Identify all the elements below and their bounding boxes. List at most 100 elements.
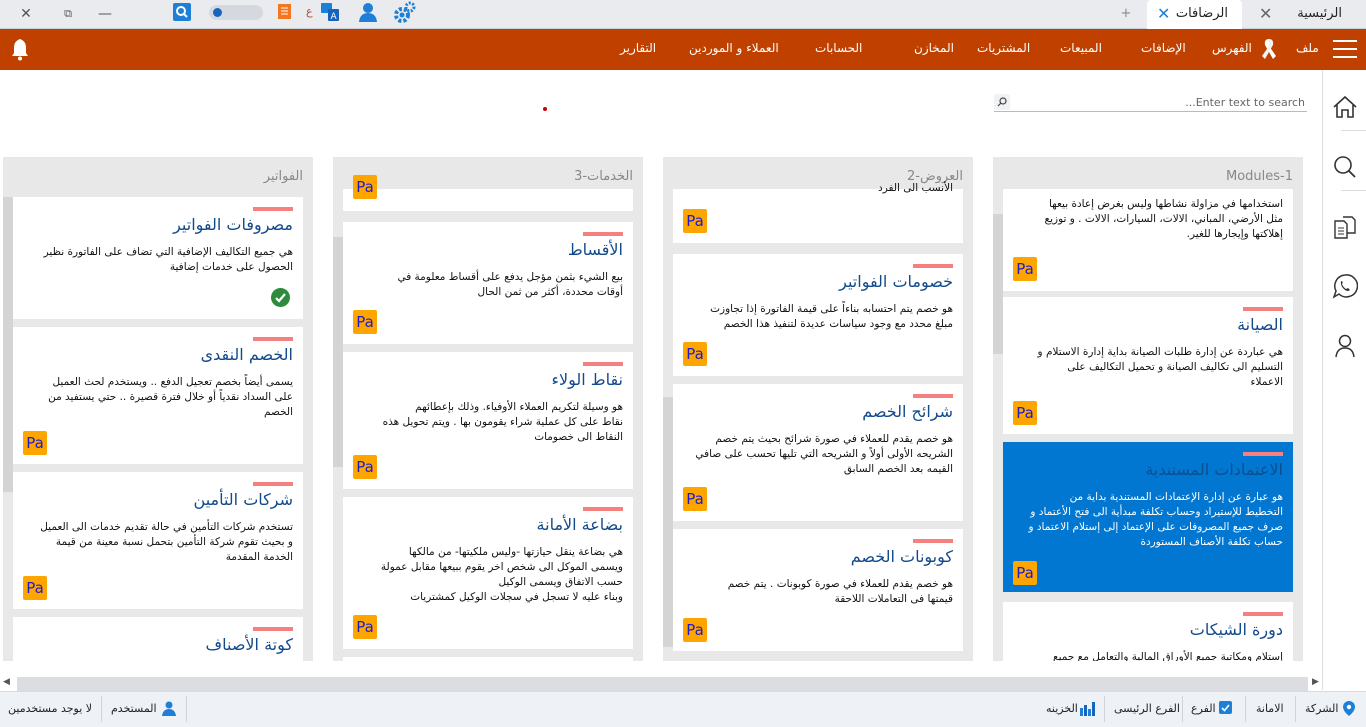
service-card[interactable] — [343, 657, 633, 661]
status-bar: لا يوجد مستخدمين المستخدم الخزينه الفرع … — [0, 691, 1366, 727]
service-card[interactable]: Pa — [343, 175, 633, 211]
offer-card[interactable]: الأنسب الى الفرد Pa — [673, 182, 963, 243]
card-badge[interactable]: Pa — [683, 209, 707, 233]
new-tab-button[interactable]: + — [1115, 0, 1137, 29]
card-accent-bar — [253, 627, 293, 631]
card-accent-bar — [913, 264, 953, 268]
tab-home[interactable]: ✕ الرئيسية — [1245, 0, 1366, 29]
user-icon — [161, 700, 177, 718]
settings-gear-icon[interactable] — [393, 1, 416, 24]
card-badge[interactable]: Pa — [1013, 401, 1037, 425]
card-accent-bar — [913, 394, 953, 398]
card-title: خصومات الفواتير — [839, 272, 953, 291]
module-card[interactable]: دورة الشيكات إستلام ومكاتبة جميع الأوراق… — [1003, 602, 1293, 661]
offer-card[interactable]: شرائح الخصم هو خصم يقدم للعملاء في صورة … — [673, 384, 963, 521]
whatsapp-icon[interactable] — [1332, 273, 1359, 299]
card-badge[interactable]: Pa — [1013, 257, 1037, 281]
menu-additions[interactable]: الإضافات — [1141, 41, 1186, 55]
card-badge[interactable]: Pa — [353, 175, 377, 199]
card-badge[interactable]: Pa — [353, 455, 377, 479]
card-badge[interactable]: Pa — [353, 615, 377, 639]
scrollbar-thumb[interactable] — [17, 677, 1308, 691]
column-title: Modules-1 — [1225, 169, 1293, 184]
menu-warehouses[interactable]: المخازن — [914, 41, 954, 55]
home-icon[interactable] — [1332, 94, 1358, 120]
offer-card[interactable]: كوبونات الخصم هو خصم يقدم للعملاء في صور… — [673, 529, 963, 651]
branch-value[interactable]: الفرع الرئيسى — [1114, 700, 1180, 718]
menu-customers-suppliers[interactable]: العملاء و الموردين — [689, 41, 779, 55]
search-icon[interactable] — [994, 94, 1010, 110]
treasury-label[interactable]: الخزينه — [1046, 700, 1078, 718]
user-profile-icon[interactable] — [1332, 333, 1358, 359]
search-box — [994, 94, 1307, 112]
card-accent-bar — [1243, 612, 1283, 616]
close-tab-icon[interactable]: ✕ — [1157, 0, 1170, 28]
close-tab-icon[interactable]: ✕ — [1259, 0, 1272, 28]
card-description: بيع الشيء بثمن مؤجل يدفع على أقساط معلوم… — [397, 271, 623, 298]
column-scrollbar[interactable] — [333, 237, 343, 467]
card-description: هي بضاعة ينقل حيازتها -وليس ملكيتها- من … — [380, 546, 623, 603]
company-label: الشركة — [1305, 702, 1339, 715]
branch-checkbox[interactable] — [1219, 701, 1232, 714]
card-badge[interactable]: Pa — [23, 576, 47, 600]
card-badge[interactable]: Pa — [683, 618, 707, 642]
menu-file[interactable]: ملف — [1296, 41, 1319, 55]
search-icon[interactable] — [1332, 154, 1358, 180]
card-badge[interactable]: Pa — [23, 431, 47, 455]
card-accent-bar — [253, 337, 293, 341]
card-description: هو وسيلة لتكريم العملاء الأوفياء. وذلك ب… — [382, 401, 623, 443]
card-badge[interactable]: Pa — [683, 487, 707, 511]
card-badge[interactable]: Pa — [683, 342, 707, 366]
service-card[interactable]: نقاط الولاء هو وسيلة لتكريم العملاء الأو… — [343, 352, 633, 489]
menu-accounts[interactable]: الحسابات — [815, 41, 862, 55]
tab-additions[interactable]: ✕ الرضافات — [1147, 0, 1242, 29]
card-badge[interactable]: Pa — [353, 310, 377, 334]
service-card[interactable]: بضاعة الأمانة هي بضاعة ينقل حيازتها -ولي… — [343, 497, 633, 649]
hamburger-menu-icon[interactable] — [1333, 40, 1357, 58]
module-card-active[interactable]: الاعتمادات المستندية هو عبارة عن إدارة ا… — [1003, 442, 1293, 592]
menu-purchases[interactable]: المشتريات — [977, 41, 1030, 55]
notification-bell-icon[interactable] — [9, 37, 31, 61]
card-title: نقاط الولاء — [551, 370, 623, 389]
module-card[interactable]: استخدامها في مزاولة نشاطها وليس بغرض إعا… — [1003, 189, 1293, 291]
menu-sales[interactable]: المبيعات — [1060, 41, 1102, 55]
divider — [186, 696, 187, 722]
menu-reports[interactable]: التقارير — [620, 41, 656, 55]
company-value[interactable]: الامانة — [1256, 700, 1284, 718]
search-input[interactable] — [1012, 94, 1305, 111]
column-scrollbar[interactable] — [3, 197, 13, 492]
service-card[interactable]: الأقساط بيع الشيء بثمن مؤجل يدفع على أقس… — [343, 222, 633, 344]
document-icon[interactable] — [278, 4, 291, 19]
restore-window-button[interactable]: ⧉ — [60, 6, 76, 22]
card-accent-bar — [583, 362, 623, 366]
invoice-card[interactable]: مصروفات الفواتير هي جميع التكاليف الإضاف… — [13, 197, 303, 319]
theme-toggle[interactable] — [209, 5, 263, 20]
column-scrollbar[interactable] — [993, 214, 1003, 354]
invoice-card[interactable]: كوتة الأصناف — [13, 617, 303, 661]
horizontal-scrollbar[interactable]: ◀ ▶ — [0, 675, 1322, 691]
invoice-card[interactable]: شركات التأمين تستخدم شركات التأمين في حا… — [13, 472, 303, 609]
scroll-right-arrow[interactable]: ▶ — [1312, 677, 1319, 687]
documents-icon[interactable] — [1332, 214, 1358, 240]
module-card[interactable]: الصيانة هي عباردة عن إدارة طلبات الصيانة… — [1003, 297, 1293, 434]
card-description: تستخدم شركات التأمين في حالة تقديم خدمات… — [40, 521, 293, 563]
language-indicator[interactable]: ع — [306, 5, 313, 18]
location-pin-icon — [1342, 700, 1356, 718]
divider — [1182, 696, 1183, 722]
offer-card[interactable]: خصومات الفواتير هو خصم يتم احتسابه بناءا… — [673, 254, 963, 376]
close-window-button[interactable]: ✕ — [18, 6, 34, 22]
card-title: دورة الشيكات — [1189, 620, 1283, 639]
translate-icon[interactable]: A — [320, 2, 340, 22]
card-description: هو عبارة عن إدارة الإعتمادات المستندية ب… — [1028, 491, 1283, 548]
minimize-window-button[interactable]: — — [97, 6, 113, 22]
column-scrollbar[interactable] — [663, 397, 673, 647]
menu-index[interactable]: الفهرس — [1212, 41, 1252, 55]
invoice-card[interactable]: الخصم النقدى يسمى أيضاً بخصم تعجيل الدفع… — [13, 327, 303, 464]
scroll-left-arrow[interactable]: ◀ — [3, 677, 10, 687]
card-badge[interactable]: Pa — [1013, 561, 1037, 585]
card-title: كوتة الأصناف — [205, 635, 293, 654]
search-icon[interactable] — [173, 3, 191, 21]
column-services: 3-الخدمات Pa الأقساط بيع الشيء بثمن مؤجل… — [333, 157, 643, 661]
card-title: الأقساط — [567, 240, 623, 259]
user-icon[interactable] — [358, 2, 378, 22]
